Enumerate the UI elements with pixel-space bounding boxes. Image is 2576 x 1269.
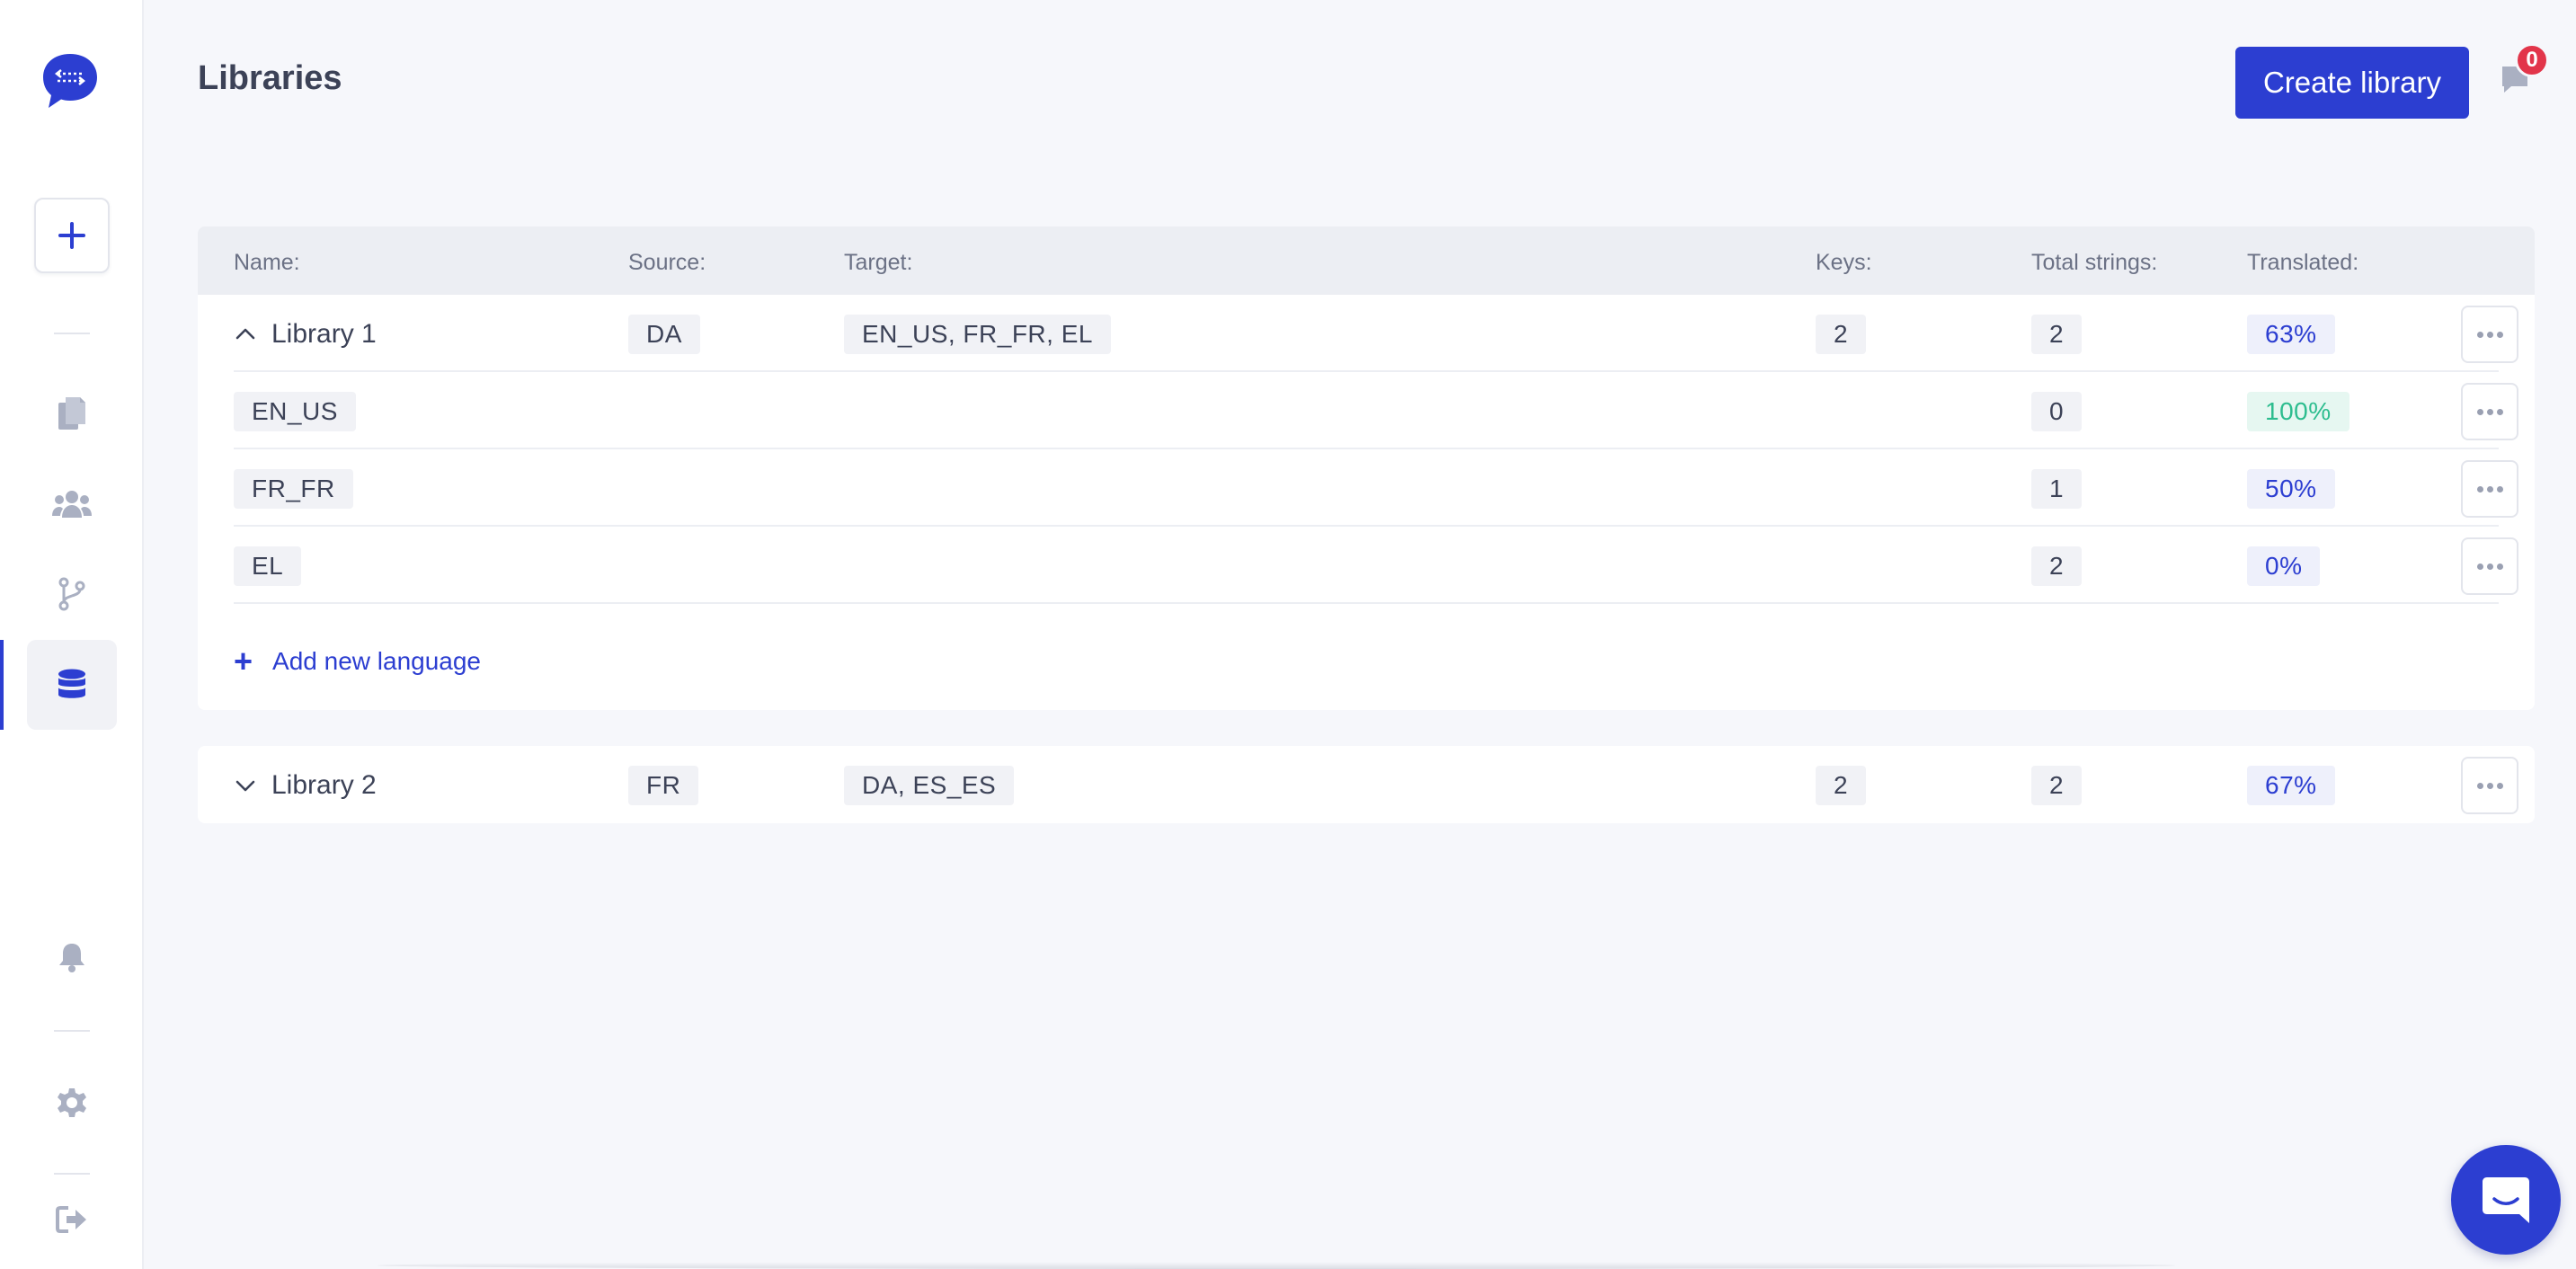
more-options-button[interactable] xyxy=(2461,460,2518,518)
source-language-chip: DA xyxy=(628,315,700,354)
language-row[interactable]: EN_US 0 100% xyxy=(234,372,2518,449)
chevron-down-icon xyxy=(235,780,255,792)
dot xyxy=(2486,331,2493,338)
column-header-total-strings: Total strings: xyxy=(2031,250,2158,275)
plus-icon xyxy=(58,222,85,249)
chat-icon xyxy=(2483,1177,2529,1223)
source-language-chip: FR xyxy=(628,766,699,805)
language-row[interactable]: FR_FR 1 50% xyxy=(234,449,2518,527)
library-name: Library 1 xyxy=(271,319,377,349)
dot xyxy=(2476,563,2483,570)
total-strings-count: 2 xyxy=(2031,315,2083,354)
dot xyxy=(2496,485,2503,493)
documents-icon xyxy=(58,397,85,430)
plus-icon: + xyxy=(234,643,253,679)
library-row[interactable]: Library 2 FR DA, ES_ES 2 2 67% xyxy=(234,746,2518,823)
dot xyxy=(2476,331,2483,338)
users-icon xyxy=(52,491,92,518)
more-options-button[interactable] xyxy=(2461,757,2518,814)
add-new-language-link[interactable]: + Add new language xyxy=(234,645,481,678)
total-strings-count: 2 xyxy=(2031,546,2083,586)
gear-icon xyxy=(58,1088,86,1117)
table-header: Name: Source: Target: Keys: Total string… xyxy=(198,226,2535,295)
target-languages-chip: EN_US, FR_FR, EL xyxy=(844,315,1111,354)
library-toggle[interactable]: Library 2 xyxy=(234,766,377,805)
dot xyxy=(2496,782,2503,789)
language-code-chip: EL xyxy=(234,546,302,586)
chevron-up-icon xyxy=(235,328,255,340)
dot xyxy=(2486,408,2493,415)
column-header-source: Source: xyxy=(628,250,706,275)
sidebar-item-documents[interactable] xyxy=(27,368,117,458)
logout-icon xyxy=(56,1206,86,1233)
dot xyxy=(2496,563,2503,570)
translated-percent: 63% xyxy=(2247,315,2335,354)
language-code-chip: FR_FR xyxy=(234,469,353,509)
page-title: Libraries xyxy=(198,59,342,97)
translated-percent: 0% xyxy=(2247,546,2321,586)
chat-support-button[interactable] xyxy=(2451,1145,2561,1255)
sidebar-item-settings[interactable] xyxy=(27,1058,117,1148)
sidebar-divider xyxy=(54,1030,90,1032)
dot xyxy=(2486,563,2493,570)
library-name: Library 2 xyxy=(271,770,377,800)
notification-count-badge: 0 xyxy=(2515,43,2549,77)
dot xyxy=(2476,408,2483,415)
column-header-keys: Keys: xyxy=(1816,250,1872,275)
logo-icon[interactable] xyxy=(40,50,101,111)
more-options-button[interactable] xyxy=(2461,306,2518,363)
more-options-button[interactable] xyxy=(2461,383,2518,440)
bottom-shadow xyxy=(378,1262,2175,1269)
sidebar-item-logout[interactable] xyxy=(27,1175,117,1265)
column-header-translated: Translated: xyxy=(2247,250,2359,275)
branch-icon xyxy=(58,577,85,611)
total-strings-count: 2 xyxy=(2031,766,2083,805)
language-row[interactable]: EL 2 0% xyxy=(234,527,2518,604)
add-new-language-label: Add new language xyxy=(272,647,482,675)
active-indicator xyxy=(0,640,4,730)
sidebar-item-notifications[interactable] xyxy=(27,912,117,1002)
target-languages-chip: DA, ES_ES xyxy=(844,766,1015,805)
dot xyxy=(2476,782,2483,789)
dot xyxy=(2486,782,2493,789)
dot xyxy=(2496,408,2503,415)
total-strings-count: 1 xyxy=(2031,469,2083,509)
sidebar-item-libraries[interactable] xyxy=(27,640,117,730)
keys-count: 2 xyxy=(1816,315,1867,354)
translated-percent: 50% xyxy=(2247,469,2335,509)
dot xyxy=(2496,331,2503,338)
library-card: Library 1 DA EN_US, FR_FR, EL 2 2 63% EN… xyxy=(198,295,2535,710)
create-library-button[interactable]: Create library xyxy=(2235,47,2469,119)
translated-percent: 100% xyxy=(2247,392,2349,431)
sidebar-item-branches[interactable] xyxy=(27,549,117,639)
sidebar-item-team[interactable] xyxy=(27,459,117,549)
library-toggle[interactable]: Library 1 xyxy=(234,315,377,354)
total-strings-count: 0 xyxy=(2031,392,2083,431)
more-options-button[interactable] xyxy=(2461,537,2518,595)
language-code-chip: EN_US xyxy=(234,392,356,431)
library-card: Library 2 FR DA, ES_ES 2 2 67% xyxy=(198,746,2535,823)
column-header-name: Name: xyxy=(234,250,300,275)
library-row[interactable]: Library 1 DA EN_US, FR_FR, EL 2 2 63% xyxy=(234,295,2518,372)
keys-count: 2 xyxy=(1816,766,1867,805)
bell-icon xyxy=(59,944,84,972)
column-header-target: Target: xyxy=(844,250,913,275)
dot xyxy=(2486,485,2493,493)
dot xyxy=(2476,485,2483,493)
sidebar xyxy=(0,0,144,1269)
new-project-button[interactable] xyxy=(34,198,110,273)
translated-percent: 67% xyxy=(2247,766,2335,805)
sidebar-divider xyxy=(54,333,90,334)
database-icon xyxy=(58,669,85,698)
